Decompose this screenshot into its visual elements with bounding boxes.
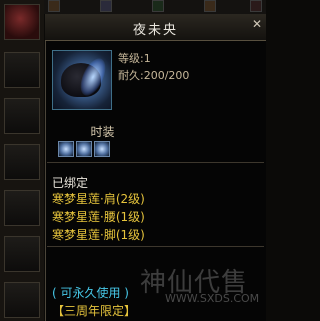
top-strip-icon[interactable] [250,0,262,12]
usage-permanent: ( 可永久使用 ) [52,286,129,300]
usage-limited: 【三周年限定】 [52,304,137,318]
item-level: 等级:1 [118,52,151,65]
fashion-part-icon[interactable] [76,141,92,157]
top-strip-icon[interactable] [100,0,112,12]
top-strip-icon[interactable] [152,0,164,12]
close-icon[interactable]: ✕ [252,17,262,31]
set-item-line: 寒梦星莲·肩(2级) [52,192,145,206]
bound-status: 已绑定 [52,176,89,190]
set-item-line: 寒梦星莲·腰(1级) [52,210,145,224]
item-durability: 耐久:200/200 [118,69,190,82]
divider [47,162,264,163]
top-icon-strip [44,0,266,14]
equipment-slot-3[interactable] [4,98,40,134]
top-strip-icon[interactable] [204,0,216,12]
fashion-part-icon[interactable] [94,141,110,157]
section-title-fashion: 时装 [90,125,115,139]
item-portrait-icon [52,50,112,110]
top-strip-icon[interactable] [48,0,60,12]
item-title-bar: 夜未央 ✕ [45,14,266,41]
equipment-slot-5[interactable] [4,190,40,226]
equipment-slot-2[interactable] [4,52,40,88]
item-name: 夜未央 [132,23,178,38]
divider [47,246,264,247]
watermark-url: WWW.SXDS.COM [165,292,260,305]
fashion-part-icon[interactable] [58,141,74,157]
set-item-line: 寒梦星莲·脚(1级) [52,228,145,242]
equipment-slot-4[interactable] [4,144,40,180]
equipment-slot-1[interactable] [4,4,40,40]
equipment-slot-7[interactable] [4,282,40,318]
equipment-slot-6[interactable] [4,236,40,272]
equipment-slot-column [0,0,44,321]
